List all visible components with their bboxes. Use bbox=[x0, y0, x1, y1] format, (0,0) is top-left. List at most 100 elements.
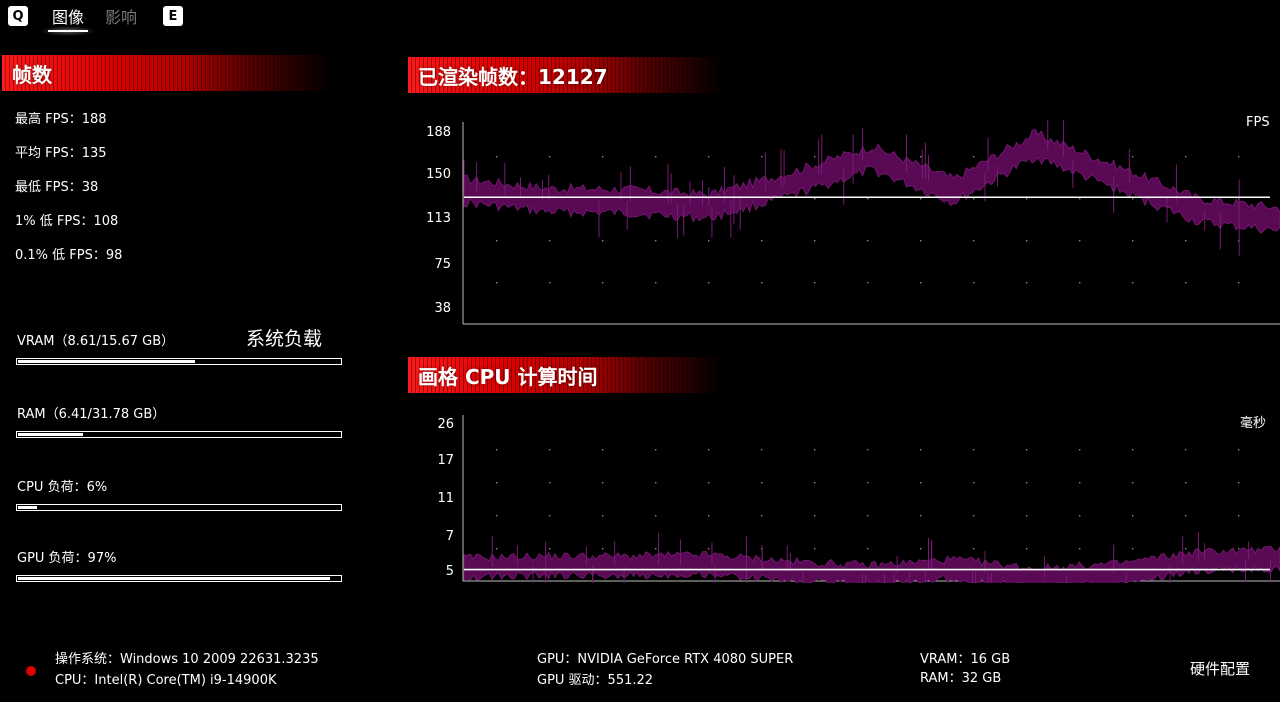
cpu-grid-dot bbox=[655, 515, 657, 517]
cpu-grid-dot bbox=[602, 548, 604, 550]
fps-grid-dot bbox=[1132, 156, 1134, 158]
cpu-grid-dot bbox=[655, 548, 657, 550]
status-dot-icon bbox=[26, 666, 36, 676]
cpu-grid-dot bbox=[867, 482, 869, 484]
tab-image[interactable]: 图像 bbox=[52, 4, 84, 28]
fps-ytick: 75 bbox=[434, 257, 451, 272]
cpu-load-label: CPU 负荷：6% bbox=[17, 480, 108, 495]
ram-load-label: RAM（6.41/31.78 GB） bbox=[17, 407, 166, 422]
cpu-grid-dot bbox=[1132, 482, 1134, 484]
fps-grid-dot bbox=[973, 156, 975, 158]
cpu-ytick: 26 bbox=[437, 417, 454, 432]
cpu-grid-dot bbox=[1238, 482, 1240, 484]
cpu-grid-dot bbox=[814, 482, 816, 484]
system-load-title: 系统负载 bbox=[246, 328, 323, 350]
fps-grid-dot bbox=[602, 240, 604, 242]
fps-ytick: 113 bbox=[426, 211, 451, 226]
fps-chart bbox=[462, 120, 1280, 325]
fps-grid-dot bbox=[1238, 282, 1240, 284]
vram-info: VRAM：16 GB bbox=[920, 652, 1011, 667]
cpu-grid-dot bbox=[973, 515, 975, 517]
cpu-grid-dot bbox=[920, 548, 922, 550]
cpu-grid-dot bbox=[708, 515, 710, 517]
fps-grid-dot bbox=[814, 240, 816, 242]
cpu-grid-dot bbox=[1238, 515, 1240, 517]
max-fps: 最高 FPS：188 bbox=[15, 112, 107, 127]
cpu-grid-dot bbox=[920, 482, 922, 484]
fps-grid-dot bbox=[655, 282, 657, 284]
cpu-grid-dot bbox=[761, 482, 763, 484]
fps-grid-dot bbox=[602, 282, 604, 284]
gpu-info: GPU：NVIDIA GeForce RTX 4080 SUPER bbox=[537, 652, 794, 667]
fps-grid-dot bbox=[549, 156, 551, 158]
fps-grid-dot bbox=[1185, 156, 1187, 158]
cpu-grid-dot bbox=[602, 515, 604, 517]
fps-grid-dot bbox=[496, 282, 498, 284]
fps-grid-dot bbox=[973, 198, 975, 200]
low01-fps: 0.1% 低 FPS：98 bbox=[15, 248, 123, 263]
cpu-ytick: 7 bbox=[445, 529, 454, 544]
fps-grid-dot bbox=[920, 240, 922, 242]
fps-grid-dot bbox=[1132, 198, 1134, 200]
cpu-grid-dot bbox=[1026, 449, 1028, 451]
fps-grid-dot bbox=[973, 282, 975, 284]
cpu-load-bar bbox=[16, 504, 342, 511]
cpu-grid-dot bbox=[602, 482, 604, 484]
cpu-grid-dot bbox=[1079, 449, 1081, 451]
tab-impact[interactable]: 影响 bbox=[105, 4, 137, 28]
cpu-chart-title: 画格 CPU 计算时间 bbox=[418, 364, 598, 389]
fps-grid-dot bbox=[708, 282, 710, 284]
cpu-grid-dot bbox=[496, 482, 498, 484]
cpu-grid-dot bbox=[708, 482, 710, 484]
cpu-grid-dot bbox=[761, 449, 763, 451]
cpu-load-fill bbox=[18, 506, 37, 509]
cpu-grid-dot bbox=[867, 515, 869, 517]
fps-grid-dot bbox=[867, 282, 869, 284]
fps-grid-dot bbox=[1185, 240, 1187, 242]
key-q-icon[interactable]: Q bbox=[8, 6, 28, 26]
ram-load-bar bbox=[16, 431, 342, 438]
fps-grid-dot bbox=[1026, 282, 1028, 284]
fps-grid-dot bbox=[867, 240, 869, 242]
gpu-load-fill bbox=[18, 577, 330, 580]
fps-grid-dot bbox=[1079, 198, 1081, 200]
fps-grid-dot bbox=[814, 156, 816, 158]
ram-info: RAM：32 GB bbox=[920, 671, 1002, 686]
framerate-title: 帧数 bbox=[12, 62, 52, 87]
cpu-grid-dot bbox=[1132, 515, 1134, 517]
key-e-icon[interactable]: E bbox=[163, 6, 183, 26]
cpu-grid-dot bbox=[920, 515, 922, 517]
cpu-grid-dot bbox=[1026, 515, 1028, 517]
min-fps: 最低 FPS：38 bbox=[15, 180, 99, 195]
fps-grid-dot bbox=[1132, 282, 1134, 284]
fps-grid-dot bbox=[761, 282, 763, 284]
cpu-ytick: 17 bbox=[437, 453, 454, 468]
fps-grid-dot bbox=[602, 156, 604, 158]
cpu-chart-header: 画格 CPU 计算时间 bbox=[408, 357, 723, 393]
fps-grid-dot bbox=[1079, 240, 1081, 242]
fps-grid-dot bbox=[920, 198, 922, 200]
fps-ytick: 150 bbox=[426, 167, 451, 182]
fps-grid-dot bbox=[814, 282, 816, 284]
fps-grid-dot bbox=[1185, 282, 1187, 284]
cpu-grid-dot bbox=[867, 548, 869, 550]
fps-grid-dot bbox=[655, 240, 657, 242]
cpu-ytick: 11 bbox=[437, 491, 454, 506]
vram-load-bar bbox=[16, 358, 342, 365]
fps-grid-dot bbox=[1079, 282, 1081, 284]
cpu-grid-dot bbox=[602, 449, 604, 451]
cpu-grid-dot bbox=[708, 548, 710, 550]
cpu-grid-dot bbox=[496, 449, 498, 451]
fps-grid-dot bbox=[496, 156, 498, 158]
cpu-grid-dot bbox=[1079, 548, 1081, 550]
fps-grid-dot bbox=[496, 240, 498, 242]
cpu-grid-dot bbox=[1026, 482, 1028, 484]
cpu-grid-dot bbox=[655, 482, 657, 484]
cpu-grid-dot bbox=[761, 515, 763, 517]
cpu-grid-dot bbox=[814, 548, 816, 550]
low1-fps: 1% 低 FPS：108 bbox=[15, 214, 119, 229]
cpu-info: CPU：Intel(R) Core(TM) i9-14900K bbox=[55, 673, 277, 688]
cpu-grid-dot bbox=[1079, 515, 1081, 517]
cpu-ytick: 5 bbox=[445, 564, 454, 579]
cpu-frame-time-chart bbox=[462, 415, 1280, 583]
